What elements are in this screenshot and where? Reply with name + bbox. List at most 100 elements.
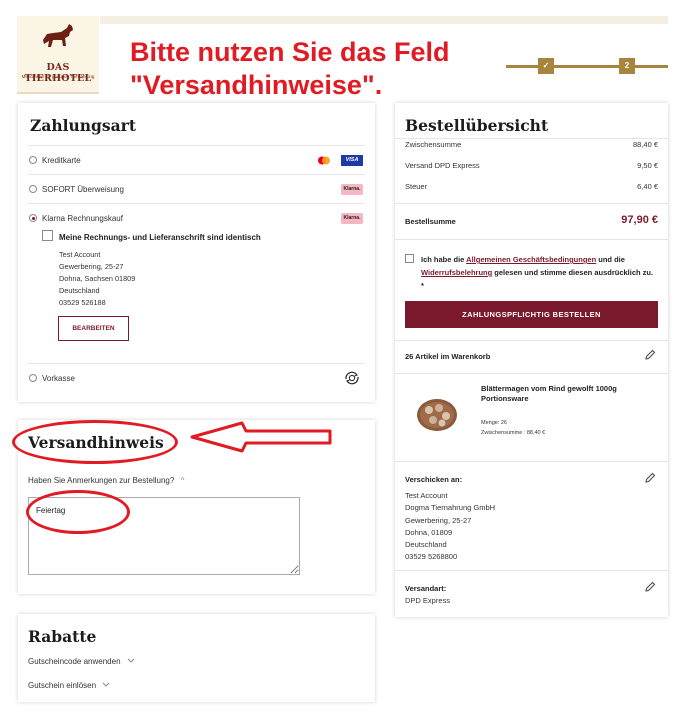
edit-method-pencil-icon[interactable] bbox=[645, 581, 656, 592]
cart-count: 26 Artikel im Warenkorb bbox=[405, 352, 491, 361]
product-image bbox=[417, 399, 457, 431]
chevron-down-icon bbox=[102, 682, 110, 687]
payment-option-label: Vorkasse bbox=[42, 374, 75, 383]
revocation-link[interactable]: Widerrufsbelehrung bbox=[421, 268, 492, 277]
step-1-done[interactable]: ✓ bbox=[538, 58, 554, 74]
checkout-stepper: ✓ 2 bbox=[506, 58, 668, 74]
order-total-value: 97,90 € bbox=[621, 214, 658, 226]
divider bbox=[395, 138, 668, 139]
klarna-icon: Klarna. bbox=[341, 213, 363, 224]
checkout-page: DAS TIERHOTEL Manufaktur für gesunde Tie… bbox=[0, 0, 683, 718]
voucher-label: Gutschein einlösen bbox=[28, 681, 97, 690]
klarna-icon: Klarna. bbox=[341, 184, 363, 195]
summary-line-value: 9,50 € bbox=[637, 161, 658, 170]
radio-prepayment[interactable] bbox=[29, 374, 37, 382]
address-line: Gewerbering, 25-27 bbox=[405, 515, 472, 525]
address-line: Deutschland bbox=[59, 286, 100, 295]
dog-logo-icon bbox=[43, 24, 73, 47]
order-summary-card: Bestellübersicht Zwischensumme 88,40 € V… bbox=[395, 103, 668, 617]
divider bbox=[395, 239, 668, 240]
address-line: Deutschland bbox=[405, 540, 447, 550]
terms-checkbox[interactable] bbox=[405, 254, 414, 263]
ship-to-title: Verschicken an: bbox=[405, 475, 463, 484]
prepayment-icon bbox=[345, 371, 359, 385]
address-line: Test Account bbox=[405, 491, 448, 500]
logo[interactable]: DAS TIERHOTEL Manufaktur für gesunde Tie… bbox=[17, 16, 99, 94]
voucher-toggle[interactable]: Gutschein einlösen bbox=[28, 681, 110, 690]
annotation-ellipse-title bbox=[12, 420, 178, 464]
annotation-headline: Bitte nutzen Sie das Feld "Versandhinwei… bbox=[130, 36, 450, 102]
address-line: Dogma Tiernahrung GmbH bbox=[405, 503, 496, 513]
annotation-ellipse-field bbox=[26, 490, 130, 534]
discounts-title: Rabatte bbox=[28, 627, 97, 646]
chevron-up-icon: ^ bbox=[180, 476, 185, 485]
summary-line-shipping: Versand DPD Express 9,50 € bbox=[405, 161, 658, 170]
address-line: 03529 526188 bbox=[59, 298, 106, 307]
address-line: 03529 5268800 bbox=[405, 552, 458, 562]
order-total-label: Bestellsumme bbox=[405, 217, 456, 226]
identical-address-text: Meine Rechnungs- und Lieferanschrift sin… bbox=[59, 233, 261, 242]
divider bbox=[395, 340, 668, 341]
mastercard-icon bbox=[318, 156, 330, 165]
terms-text-mid: und die bbox=[596, 255, 625, 264]
billing-address: Test Account Gewerbering, 25-27 Dohna, S… bbox=[59, 249, 135, 309]
edit-shipping-pencil-icon[interactable] bbox=[645, 472, 656, 483]
payment-option-label: Klarna Rechnungskauf bbox=[42, 214, 123, 223]
summary-line-tax: Steuer 6,40 € bbox=[405, 182, 658, 191]
annotation-line-1: Bitte nutzen Sie das Feld bbox=[130, 37, 450, 67]
logo-brand: DAS TIERHOTEL bbox=[24, 62, 92, 84]
identical-address-checkbox[interactable] bbox=[42, 230, 53, 241]
divider bbox=[395, 203, 668, 204]
terms-text: Ich habe die Allgemeinen Geschäftsbeding… bbox=[421, 253, 657, 292]
coupon-code-toggle[interactable]: Gutscheincode anwenden bbox=[28, 657, 135, 666]
summary-line-label: Versand DPD Express bbox=[405, 161, 480, 170]
stepper-bar bbox=[506, 65, 668, 68]
summary-line-label: Zwischensumme bbox=[405, 140, 462, 149]
annotation-arrow-icon bbox=[190, 421, 332, 453]
header-band bbox=[100, 16, 668, 24]
edit-billing-button[interactable]: BEARBEITEN bbox=[58, 316, 129, 341]
divider bbox=[395, 461, 668, 462]
terms-text-pre: Ich habe die bbox=[421, 255, 467, 264]
summary-line-label: Steuer bbox=[405, 182, 428, 191]
divider bbox=[395, 373, 668, 374]
discounts-card: Rabatte Gutscheincode anwenden Gutschein… bbox=[18, 614, 375, 702]
annotation-line-2: "Versandhinweise". bbox=[130, 70, 383, 100]
summary-line-subtotal: Zwischensumme 88,40 € bbox=[405, 140, 658, 149]
shipping-method-value: DPD Express bbox=[405, 596, 451, 605]
summary-line-value: 6,40 € bbox=[637, 182, 658, 191]
address-line: Gewerbering, 25-27 bbox=[59, 262, 124, 271]
order-total: Bestellsumme 97,90 € bbox=[405, 214, 658, 226]
chevron-down-icon bbox=[127, 658, 135, 663]
payment-option-sofort[interactable]: SOFORT Überweisung Klarna. bbox=[28, 174, 365, 202]
step-2-current: 2 bbox=[619, 58, 635, 74]
radio-klarna-invoice[interactable] bbox=[29, 214, 37, 222]
payment-card: Zahlungsart Kreditkarte VISA SOFORT Über… bbox=[18, 103, 375, 402]
payment-option-prepayment[interactable]: Vorkasse bbox=[28, 363, 365, 391]
shipping-method-title: Versandart: bbox=[405, 584, 447, 593]
payment-option-credit-card[interactable]: Kreditkarte VISA bbox=[28, 145, 365, 173]
radio-sofort[interactable] bbox=[29, 185, 37, 193]
shipping-note-toggle[interactable]: Haben Sie Anmerkungen zur Bestellung? ^ bbox=[28, 476, 184, 485]
summary-line-value: 88,40 € bbox=[632, 140, 658, 149]
coupon-code-label: Gutscheincode anwenden bbox=[28, 657, 121, 666]
visa-icon: VISA bbox=[341, 155, 363, 166]
terms-link[interactable]: Allgemeinen Geschäftsbedingungen bbox=[466, 255, 596, 264]
shipping-address: Test Account Dogma Tiernahrung GmbH Gewe… bbox=[405, 490, 495, 564]
radio-credit-card[interactable] bbox=[29, 156, 37, 164]
address-line: Dohna, 01809 bbox=[405, 527, 453, 537]
payment-title: Zahlungsart bbox=[30, 116, 136, 135]
divider bbox=[395, 570, 668, 571]
payment-option-label: SOFORT Überweisung bbox=[42, 185, 124, 194]
place-order-button[interactable]: ZAHLUNGSPFLICHTIG BESTELLEN bbox=[405, 301, 658, 328]
summary-title: Bestellübersicht bbox=[405, 116, 549, 135]
address-line: Test Account bbox=[59, 250, 101, 259]
product-quantity: Menge: 26 bbox=[481, 420, 507, 426]
address-line: Dohna, Sachsen 01809 bbox=[59, 274, 136, 283]
shipping-note-question: Haben Sie Anmerkungen zur Bestellung? bbox=[28, 476, 175, 485]
payment-option-label: Kreditkarte bbox=[42, 156, 81, 165]
edit-cart-pencil-icon[interactable] bbox=[645, 349, 656, 360]
product-name: Blättermagen vom Rind gewolft 1000g Port… bbox=[481, 384, 617, 403]
product-subtotal: Zwischensumme : 88,40 € bbox=[481, 430, 546, 436]
logo-tagline: Manufaktur für gesunde Tiernahrung bbox=[21, 74, 95, 79]
